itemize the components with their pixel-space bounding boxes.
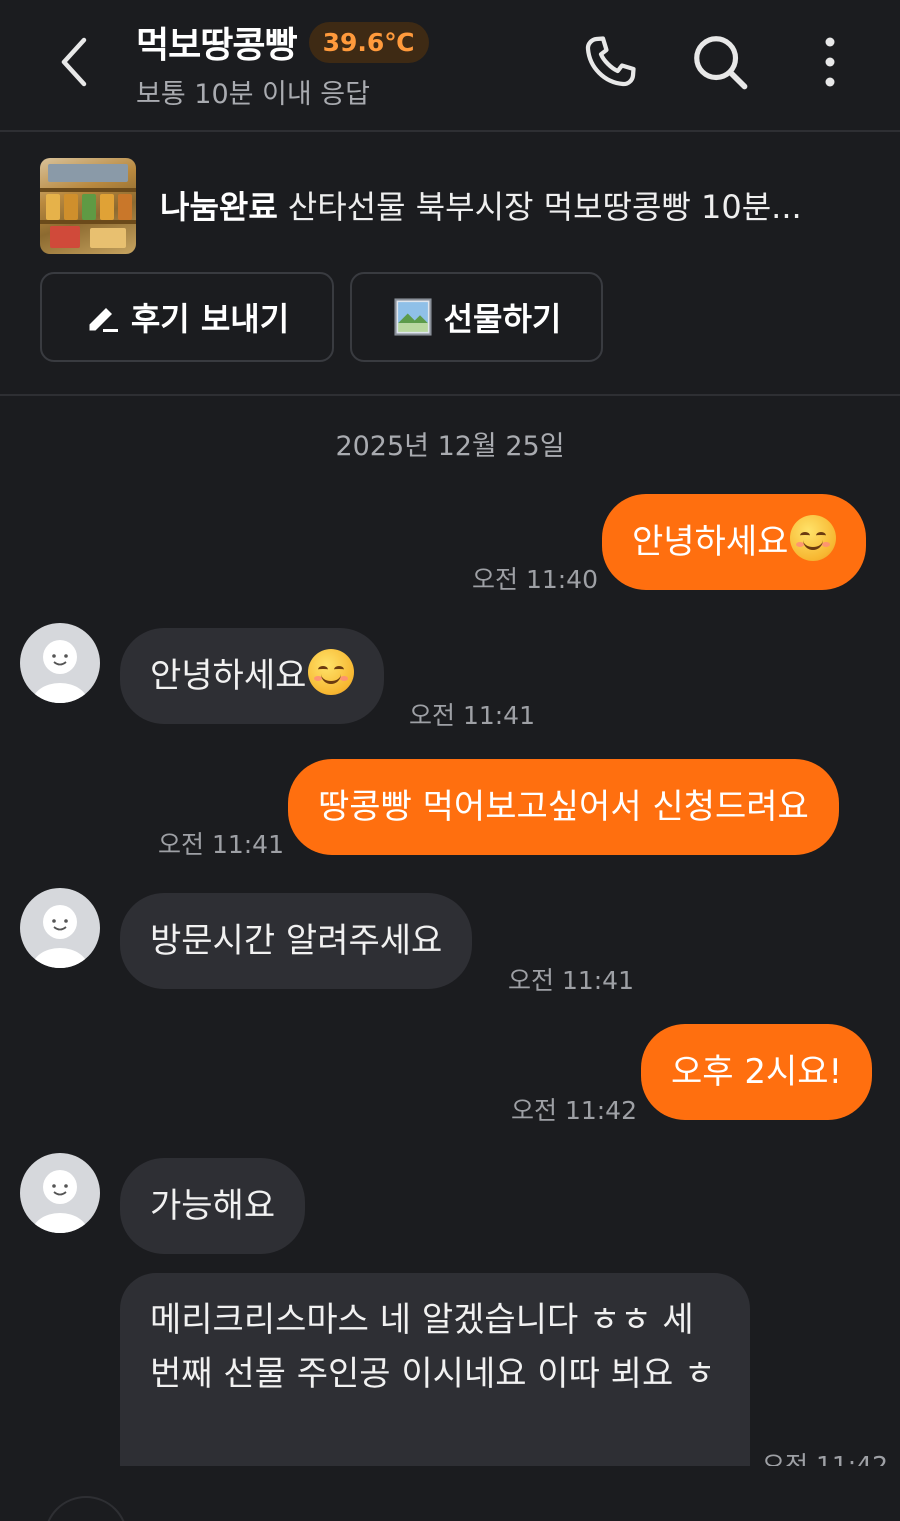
avatar[interactable] — [20, 623, 100, 703]
message-text: 안녕하세요 — [632, 522, 789, 562]
search-button[interactable] — [688, 30, 752, 94]
their-message-bubble[interactable]: 가능해요 — [120, 1158, 306, 1254]
message-text: 가능해요 — [150, 1186, 276, 1226]
send-review-button[interactable]: 후기 보내기 — [40, 272, 334, 362]
search-icon — [694, 36, 748, 90]
their-message-bubble[interactable]: 방문시간 알려주세요 — [120, 893, 473, 989]
message-time: 오전 11:41 — [158, 830, 284, 859]
message-text: 오후 2시요! — [671, 1052, 843, 1092]
date-separator: 2025년 12월 25일 — [335, 431, 565, 462]
manner-temperature-badge: 39.6℃ — [308, 21, 429, 63]
message-time: 오전 11:41 — [409, 701, 535, 730]
message-text: 메리크리스마스 네 알겠습니다 ㅎㅎ 세번째 선물 주인공 이시네요 이따 뵈요… — [150, 1300, 716, 1394]
my-message-bubble[interactable]: 안녕하세요 — [602, 494, 867, 590]
response-time-text: 보통 10분 이내 응답 — [136, 79, 370, 110]
product-status-label: 나눔완료 — [160, 188, 278, 226]
back-button[interactable] — [46, 30, 102, 94]
more-vertical-icon — [825, 37, 835, 87]
message-text: 안녕하세요 — [150, 656, 307, 696]
header-title-area: 먹보땅콩빵 39.6℃ 보통 10분 이내 응답 — [136, 16, 429, 111]
smiling-face-icon — [790, 515, 837, 561]
page-title: 먹보땅콩빵 — [136, 25, 298, 66]
gift-button[interactable]: 선물하기 — [350, 272, 603, 362]
their-message-bubble[interactable]: 안녕하세요 — [120, 628, 385, 724]
product-title: 산타선물 북부시장 먹보땅콩빵 10분... — [287, 188, 802, 226]
avatar[interactable] — [20, 1153, 100, 1233]
avatar[interactable] — [20, 888, 100, 968]
my-message-bubble[interactable]: 땅콩빵 먹어보고싶어서 신청드려요 — [288, 759, 839, 855]
call-button[interactable] — [578, 30, 642, 94]
default-profile-icon — [32, 1170, 88, 1233]
more-options-button[interactable] — [798, 30, 862, 94]
gift-label: 선물하기 — [443, 300, 562, 338]
product-thumbnail[interactable] — [40, 158, 136, 254]
product-summary[interactable]: 나눔완료 산타선물 북부시장 먹보땅콩빵 10분... — [160, 182, 860, 228]
send-review-label: 후기 보내기 — [130, 300, 290, 338]
message-time: 오전 11:42 — [511, 1096, 637, 1125]
default-profile-icon — [32, 640, 88, 703]
default-profile-icon — [32, 905, 88, 968]
pencil-icon — [89, 308, 118, 332]
chevron-left-icon — [61, 37, 87, 87]
message-text: 땅콩빵 먹어보고싶어서 신청드려요 — [318, 787, 809, 827]
message-time: 오전 11:41 — [508, 966, 634, 995]
chat-header: 먹보땅콩빵 39.6℃ 보통 10분 이내 응답 — [0, 0, 900, 132]
phone-icon — [585, 36, 636, 87]
smiling-face-icon — [308, 649, 355, 695]
scroll-edge — [0, 1466, 900, 1521]
gift-image-icon — [394, 298, 432, 336]
message-text: 방문시간 알려주세요 — [150, 921, 443, 961]
message-time: 오전 11:40 — [472, 565, 598, 594]
chat-screen: 먹보땅콩빵 39.6℃ 보통 10분 이내 응답 나눔완료 산타선물 북부시장 … — [0, 0, 900, 1521]
my-message-bubble[interactable]: 오후 2시요! — [641, 1024, 873, 1120]
product-card[interactable]: 나눔완료 산타선물 북부시장 먹보땅콩빵 10분... 후기 보내기 선물하기 — [0, 134, 900, 396]
